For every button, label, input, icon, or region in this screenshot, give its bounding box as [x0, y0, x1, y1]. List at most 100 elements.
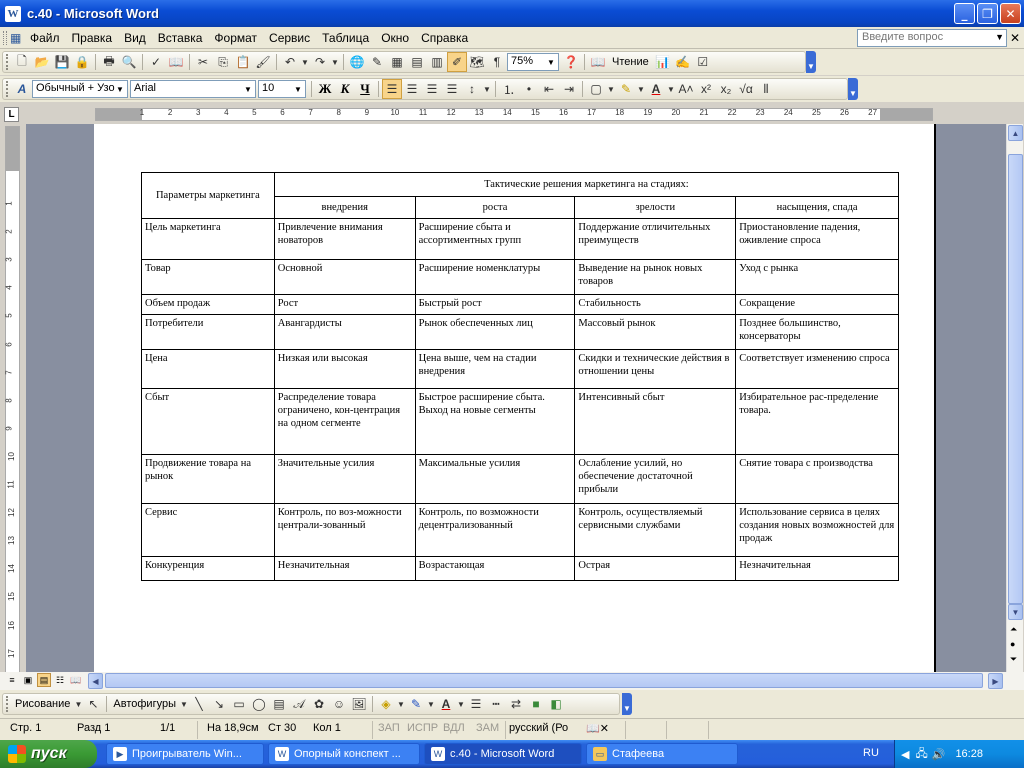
spelling-icon[interactable]: ✓: [146, 52, 166, 72]
columns-icon[interactable]: ▥: [427, 52, 447, 72]
status-language[interactable]: русский (Ро: [509, 722, 568, 738]
document-close-icon[interactable]: ✕: [1010, 31, 1020, 45]
align-right-icon[interactable]: ☰: [422, 79, 442, 99]
diagram-icon[interactable]: ✿: [309, 694, 329, 714]
3d-icon[interactable]: ◧: [546, 694, 566, 714]
line-spacing-icon[interactable]: ↕: [462, 79, 482, 99]
help-question-input[interactable]: Введите вопрос: [857, 29, 1007, 47]
table-cell[interactable]: Возрастающая: [414, 556, 576, 581]
reading-view-icon[interactable]: 📖: [69, 673, 83, 687]
print-layout-icon[interactable]: ▤: [37, 673, 51, 687]
table-cell[interactable]: Авангардисты: [273, 314, 416, 350]
print-icon[interactable]: 🖶: [99, 52, 119, 72]
grow-font-icon[interactable]: A˄: [676, 79, 696, 99]
web-view-icon[interactable]: ▣: [21, 673, 35, 687]
chart-icon[interactable]: 📊: [653, 52, 673, 72]
previous-page-icon[interactable]: ⏶: [1010, 624, 1017, 635]
styles-pane-icon[interactable]: A: [12, 79, 32, 99]
table-cell[interactable]: Контроль, по воз-можности централи-зован…: [273, 503, 416, 557]
table-cell[interactable]: Конкуренция: [141, 556, 275, 581]
menu-tools[interactable]: Сервис: [263, 31, 316, 45]
redo-icon[interactable]: ↷: [310, 52, 330, 72]
document-map-icon[interactable]: 🗺: [467, 52, 487, 72]
italic-icon[interactable]: К: [335, 79, 355, 99]
tray-network-icon[interactable]: 🖧: [915, 745, 927, 764]
table-cell[interactable]: Контроль, осуществляемый сервисными служ…: [574, 503, 737, 557]
minimize-button[interactable]: _: [954, 3, 975, 24]
arrow-icon[interactable]: ↘: [209, 694, 229, 714]
table-cell[interactable]: Приостановление падения, оживление спрос…: [735, 218, 899, 260]
close-button[interactable]: ✕: [1000, 3, 1021, 24]
marketing-table[interactable]: Параметры маркетинга Тактические решения…: [141, 172, 900, 581]
zoom-select[interactable]: 75% ▼: [507, 53, 559, 71]
spelling-status-icon[interactable]: 📖✕: [586, 722, 609, 738]
superscript-icon[interactable]: x²: [696, 79, 716, 99]
table-cell[interactable]: Уход с рынка: [735, 259, 899, 295]
borders-icon[interactable]: ▢: [586, 79, 606, 99]
table-cell[interactable]: Острая: [574, 556, 737, 581]
normal-view-icon[interactable]: ≡: [5, 673, 19, 687]
task-word-summary[interactable]: W Опорный конспект ...: [268, 743, 420, 765]
hyperlink-icon[interactable]: 🌐: [347, 52, 367, 72]
table-cell[interactable]: Рынок обеспеченных лиц: [414, 314, 576, 350]
undo-icon[interactable]: ↶: [280, 52, 300, 72]
select-objects-icon[interactable]: ↖: [83, 694, 103, 714]
justify-icon[interactable]: ☰: [442, 79, 462, 99]
table-cell[interactable]: Цель маркетинга: [141, 218, 275, 260]
stage-header-cell[interactable]: насыщения, спада: [735, 196, 899, 219]
line-color-dropdown-icon[interactable]: ▼: [426, 694, 436, 714]
table-cell[interactable]: Контроль, по возможности децентрализован…: [414, 503, 576, 557]
table-cell[interactable]: Быстрый рост: [414, 294, 576, 315]
text-box-icon[interactable]: ▤: [269, 694, 289, 714]
line-spacing-dropdown-icon[interactable]: ▼: [482, 79, 492, 99]
borders-dropdown-icon[interactable]: ▼: [606, 79, 616, 99]
vertical-scrollbar[interactable]: ▲ ▼ ⏶ ● ⏷: [1006, 124, 1023, 672]
font-color-dropdown-icon[interactable]: ▼: [666, 79, 676, 99]
tray-volume-icon[interactable]: 🔊: [932, 748, 946, 761]
table-cell[interactable]: Ослабление усилий, но обеспечение достат…: [574, 454, 737, 504]
document-area[interactable]: Параметры маркетинга Тактические решения…: [26, 124, 1006, 672]
open-folder-icon[interactable]: 📂: [32, 52, 52, 72]
table-cell[interactable]: Массовый рынок: [574, 314, 737, 350]
drawing-menu-button[interactable]: Рисование: [12, 698, 73, 710]
toolbar-grip[interactable]: [6, 54, 9, 70]
new-document-icon[interactable]: 🗋: [12, 52, 32, 72]
font-dropdown-icon[interactable]: ▼: [242, 82, 254, 96]
toolbar-options-icon[interactable]: ▼: [848, 78, 858, 100]
toolbar-options-icon[interactable]: ▼: [622, 693, 632, 715]
increase-indent-icon[interactable]: ⇥: [559, 79, 579, 99]
table-cell[interactable]: Сбыт: [141, 388, 275, 455]
status-record[interactable]: ЗАП: [378, 722, 400, 738]
tray-back-icon[interactable]: ◀: [901, 748, 909, 761]
underline-icon[interactable]: Ч: [355, 79, 375, 99]
font-size-select[interactable]: 10 ▼: [258, 80, 306, 98]
equation-icon[interactable]: √α: [736, 79, 756, 99]
font-color-dropdown-icon[interactable]: ▼: [456, 694, 466, 714]
insert-excel-icon[interactable]: ▤: [407, 52, 427, 72]
next-page-icon[interactable]: ⏷: [1010, 654, 1017, 665]
table-cell[interactable]: Сервис: [141, 503, 275, 557]
group-header-cell[interactable]: Тактические решения маркетинга на стадия…: [273, 172, 900, 197]
table-cell[interactable]: Расширение сбыта и ассортиментных групп: [414, 218, 576, 260]
decrease-indent-icon[interactable]: ⇤: [539, 79, 559, 99]
dash-style-icon[interactable]: ┅: [486, 694, 506, 714]
menu-help[interactable]: Справка: [415, 31, 474, 45]
stage-header-cell[interactable]: зрелости: [574, 196, 737, 219]
help-dropdown-icon[interactable]: ▼: [995, 32, 1004, 42]
table-cell[interactable]: Продвижение товара на рынок: [141, 454, 275, 504]
edit-icon[interactable]: ✍: [673, 52, 693, 72]
vertical-ruler[interactable]: 1 2 3 4 5 6 7 8 9 10 11 12 13 14 15 16 17: [5, 126, 20, 686]
table-cell[interactable]: Цена: [141, 349, 275, 389]
highlight-icon[interactable]: ✎: [616, 79, 636, 99]
clipart-icon[interactable]: ☺: [329, 694, 349, 714]
title-bar[interactable]: W c.40 - Microsoft Word _ ❐ ✕: [0, 0, 1024, 27]
tables-borders-icon[interactable]: ✎: [367, 52, 387, 72]
table-cell[interactable]: Интенсивный сбыт: [574, 388, 737, 455]
table-cell[interactable]: Рост: [273, 294, 416, 315]
align-center-icon[interactable]: ☰: [402, 79, 422, 99]
document-page[interactable]: Параметры маркетинга Тактические решения…: [94, 124, 936, 672]
table-cell[interactable]: Использование сервиса в целях создания н…: [735, 503, 899, 557]
scroll-left-icon[interactable]: ◀: [88, 673, 103, 689]
permission-icon[interactable]: 🔒: [72, 52, 92, 72]
highlight-dropdown-icon[interactable]: ▼: [636, 79, 646, 99]
